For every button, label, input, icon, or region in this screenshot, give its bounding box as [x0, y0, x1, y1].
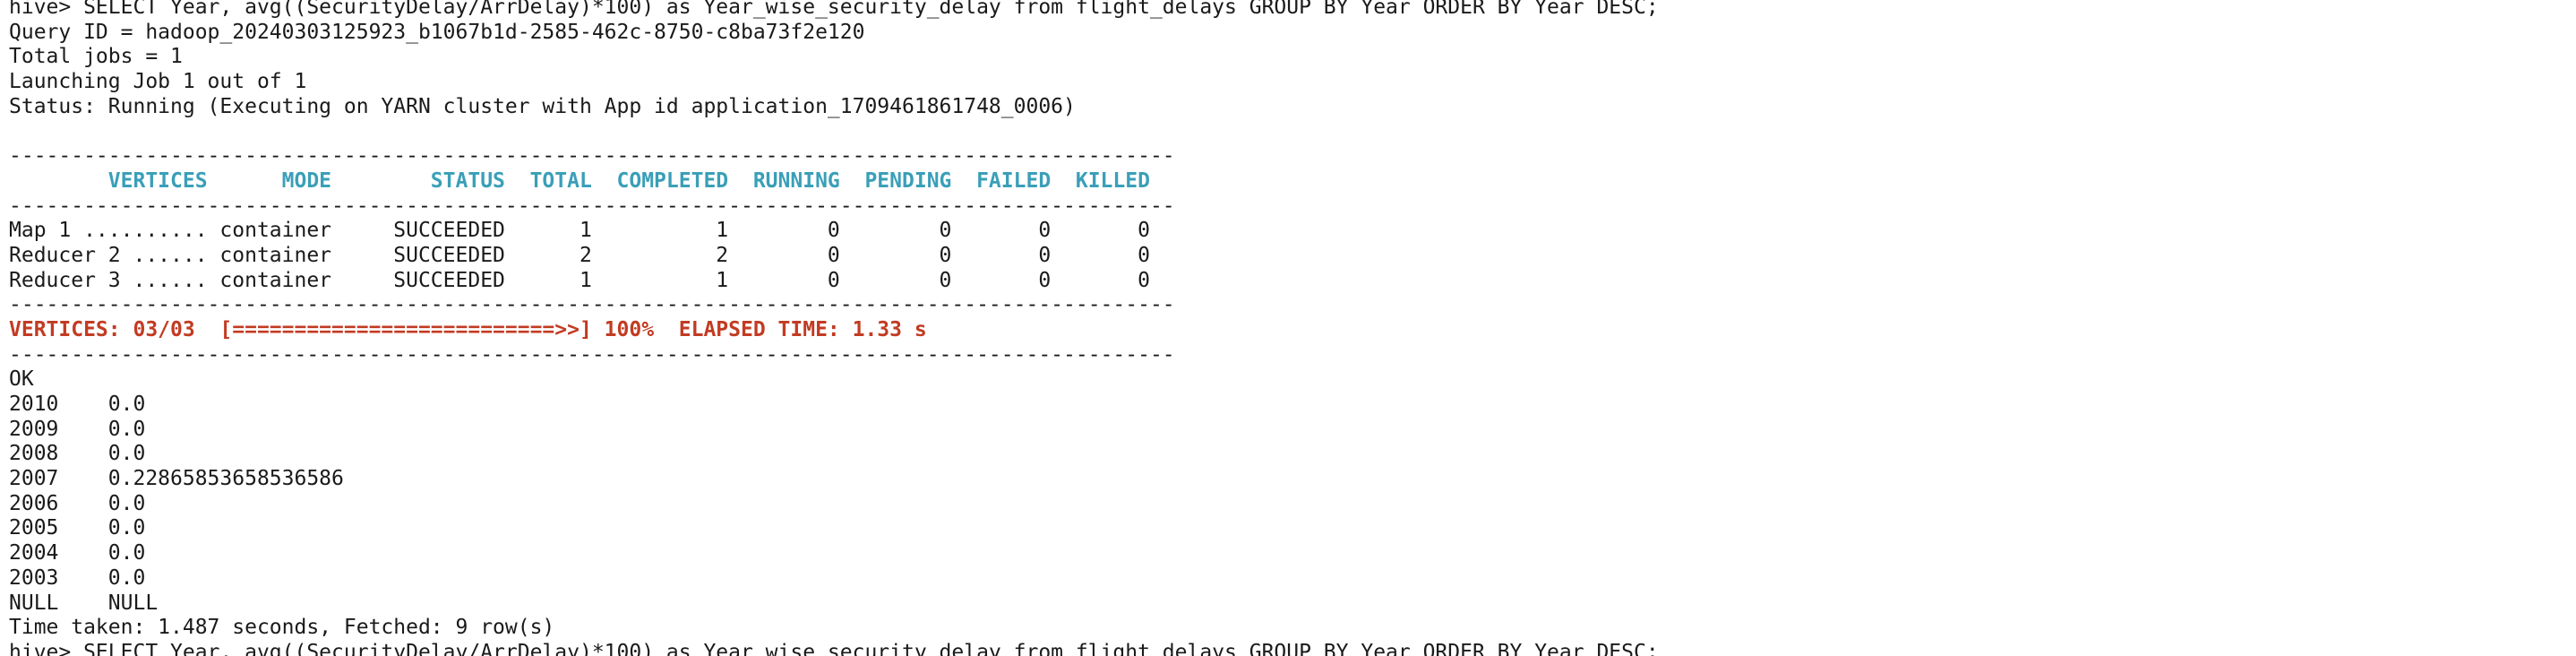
status-line: Status: Running (Executing on YARN clust…: [9, 94, 1076, 118]
vertex-row-reducer-3: Reducer 3 ...... container SUCCEEDED 1 1…: [9, 268, 1150, 292]
query-id-line: Query ID = hadoop_20240303125923_b1067b1…: [9, 20, 865, 44]
result-row: 2008 0.0: [9, 442, 146, 466]
result-row: 2004 0.0: [9, 541, 146, 565]
vertices-table-header: VERTICES MODE STATUS TOTAL COMPLETED RUN…: [9, 168, 1150, 193]
result-row: 2006 0.0: [9, 491, 146, 515]
table-divider-top: ----------------------------------------…: [9, 144, 1175, 168]
table-divider-body: ----------------------------------------…: [9, 293, 1175, 317]
time-taken-line: Time taken: 1.487 seconds, Fetched: 9 ro…: [9, 616, 555, 640]
total-jobs-line: Total jobs = 1: [9, 45, 183, 69]
vertex-row-reducer-2: Reducer 2 ...... container SUCCEEDED 2 2…: [9, 243, 1150, 267]
progress-line: VERTICES: 03/03 [=======================…: [9, 317, 927, 341]
table-divider-header: ----------------------------------------…: [9, 194, 1175, 218]
ok-line: OK: [9, 367, 34, 392]
result-row: 2007 0.22865853658536586: [9, 467, 344, 491]
next-command-line: hive> SELECT Year, avg((SecurityDelay/Ar…: [9, 640, 1659, 656]
result-row: 2005 0.0: [9, 516, 146, 540]
result-row: NULL NULL: [9, 591, 159, 615]
result-row: 2010 0.0: [9, 393, 146, 416]
terminal-window[interactable]: hive> SELECT Year, avg((SecurityDelay/Ar…: [0, 0, 2576, 656]
result-row: 2003 0.0: [9, 565, 146, 590]
vertex-row-map-1: Map 1 .......... container SUCCEEDED 1 1…: [9, 219, 1150, 243]
table-divider-bottom: ----------------------------------------…: [9, 342, 1175, 367]
launching-job-line: Launching Job 1 out of 1: [9, 70, 307, 94]
result-row: 2009 0.0: [9, 417, 146, 441]
query-command-line: hive> SELECT Year, avg((SecurityDelay/Ar…: [9, 0, 1659, 19]
